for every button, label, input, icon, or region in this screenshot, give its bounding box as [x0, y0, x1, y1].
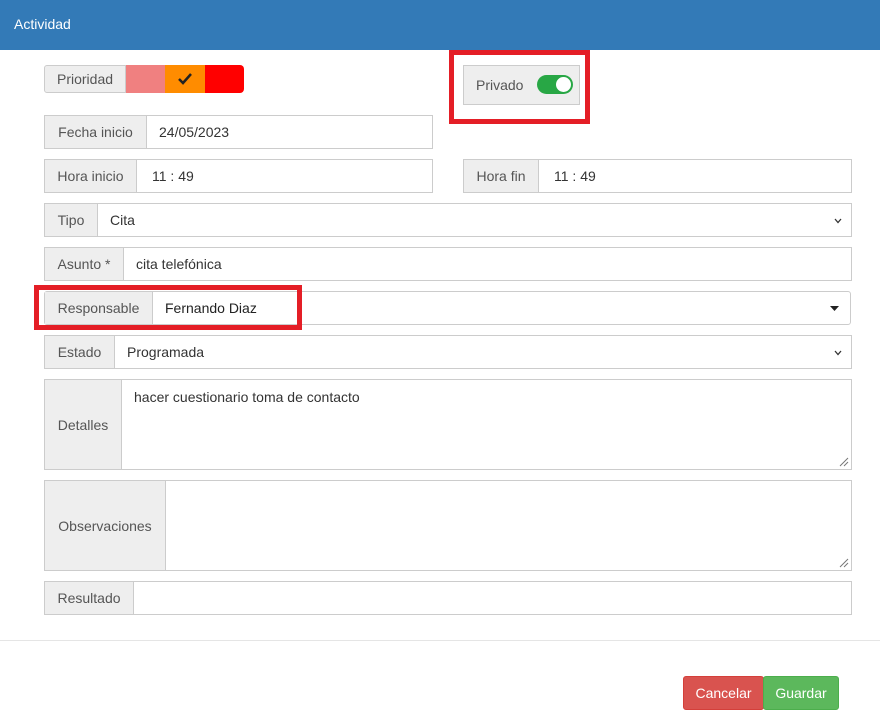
result-input[interactable] — [134, 582, 851, 614]
type-label: Tipo — [45, 204, 98, 236]
observations-label: Observaciones — [45, 481, 166, 570]
chevron-down-icon — [834, 218, 842, 224]
footer-divider — [0, 640, 880, 641]
details-label: Detalles — [45, 380, 122, 469]
type-group: Tipo Cita — [44, 203, 852, 237]
observations-textarea[interactable] — [166, 481, 851, 570]
priority-label: Prioridad — [44, 65, 126, 93]
type-select-value: Cita — [110, 212, 135, 228]
resize-handle-icon[interactable] — [837, 455, 849, 467]
check-icon — [178, 73, 192, 85]
observations-group: Observaciones — [44, 480, 852, 571]
result-group: Resultado — [44, 581, 852, 615]
resize-handle-icon[interactable] — [837, 556, 849, 568]
priority-group: Prioridad — [44, 65, 244, 93]
status-label: Estado — [45, 336, 115, 368]
start-date-input[interactable]: 24/05/2023 — [147, 116, 432, 148]
chevron-down-icon — [834, 350, 842, 356]
priority-high-button[interactable] — [205, 65, 244, 93]
result-label: Resultado — [45, 582, 134, 614]
end-time-input[interactable]: 11 : 49 — [539, 160, 851, 192]
private-highlight — [449, 50, 590, 124]
caret-down-icon — [830, 306, 839, 311]
details-text: hacer cuestionario toma de contacto — [134, 389, 360, 405]
end-time-label: Hora fin — [464, 160, 539, 192]
subject-group: Asunto * cita telefónica — [44, 247, 852, 281]
subject-input[interactable]: cita telefónica — [124, 248, 851, 280]
subject-label: Asunto * — [45, 248, 124, 280]
status-select-value: Programada — [127, 344, 205, 360]
start-time-label: Hora inicio — [45, 160, 137, 192]
status-group: Estado Programada — [44, 335, 852, 369]
cancel-button[interactable]: Cancelar — [683, 676, 764, 710]
dialog-header: Actividad — [0, 0, 880, 50]
details-textarea[interactable]: hacer cuestionario toma de contacto — [122, 380, 851, 469]
dialog-title: Actividad — [14, 16, 71, 32]
responsible-highlight — [34, 285, 302, 330]
start-date-label: Fecha inicio — [45, 116, 147, 148]
status-select[interactable]: Programada — [115, 336, 851, 368]
details-group: Detalles hacer cuestionario toma de cont… — [44, 379, 852, 470]
priority-low-button[interactable] — [126, 65, 165, 93]
start-time-input[interactable]: 11 : 49 — [137, 160, 432, 192]
end-time-group: Hora fin 11 : 49 — [463, 159, 852, 193]
start-date-group: Fecha inicio 24/05/2023 — [44, 115, 433, 149]
type-select[interactable]: Cita — [98, 204, 851, 236]
save-button[interactable]: Guardar — [763, 676, 839, 710]
start-time-group: Hora inicio 11 : 49 — [44, 159, 433, 193]
priority-medium-button[interactable] — [165, 65, 205, 93]
